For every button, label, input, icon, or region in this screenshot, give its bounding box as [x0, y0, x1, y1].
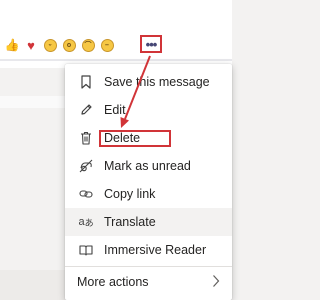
divider	[0, 59, 232, 61]
menu-item-more-actions[interactable]: More actions	[65, 268, 232, 296]
more-options-button[interactable]: •••	[140, 35, 162, 53]
unread-icon	[79, 159, 93, 173]
angry-icon: –	[100, 38, 114, 52]
sad-icon: ⌒	[81, 38, 95, 52]
menu-item-delete[interactable]: Delete	[65, 124, 232, 152]
trash-icon	[79, 131, 93, 145]
reader-icon	[79, 243, 93, 257]
message-context-menu: Save this message Edit Delete Mark as un…	[65, 64, 232, 300]
laugh-icon: ᵕ	[43, 38, 57, 52]
menu-item-translate[interactable]: aあ Translate	[65, 208, 232, 236]
menu-item-label: Immersive Reader	[104, 243, 207, 257]
heart-reaction-button[interactable]: ♥	[22, 36, 40, 54]
menu-divider	[65, 266, 232, 267]
bookmark-icon	[79, 75, 93, 89]
menu-item-label: Copy link	[104, 187, 156, 201]
surprised-reaction-button[interactable]: o	[60, 36, 78, 54]
menu-item-save[interactable]: Save this message	[65, 68, 232, 96]
like-reaction-button[interactable]: 👍	[3, 36, 21, 54]
laugh-reaction-button[interactable]: ᵕ	[41, 36, 59, 54]
menu-item-label: Delete	[104, 131, 141, 145]
menu-item-label: Mark as unread	[104, 159, 191, 173]
pencil-icon	[79, 103, 93, 117]
message-area	[0, 0, 232, 68]
sad-reaction-button[interactable]: ⌒	[79, 36, 97, 54]
link-icon	[79, 187, 93, 201]
menu-item-label: Save this message	[104, 75, 210, 89]
menu-item-label: More actions	[77, 275, 149, 289]
menu-item-edit[interactable]: Edit	[65, 96, 232, 124]
angry-reaction-button[interactable]: –	[98, 36, 116, 54]
menu-item-copy-link[interactable]: Copy link	[65, 180, 232, 208]
menu-item-mark-unread[interactable]: Mark as unread	[65, 152, 232, 180]
menu-item-label: Edit	[104, 103, 126, 117]
menu-item-immersive-reader[interactable]: Immersive Reader	[65, 236, 232, 264]
menu-item-label: Translate	[104, 215, 156, 229]
message-strip	[0, 96, 66, 108]
thumbs-up-icon: 👍	[4, 38, 20, 52]
surprised-icon: o	[62, 38, 76, 52]
chevron-right-icon	[212, 274, 220, 291]
translate-icon: aあ	[78, 216, 94, 228]
heart-icon: ♥	[27, 37, 35, 53]
ellipsis-icon: •••	[145, 36, 158, 52]
